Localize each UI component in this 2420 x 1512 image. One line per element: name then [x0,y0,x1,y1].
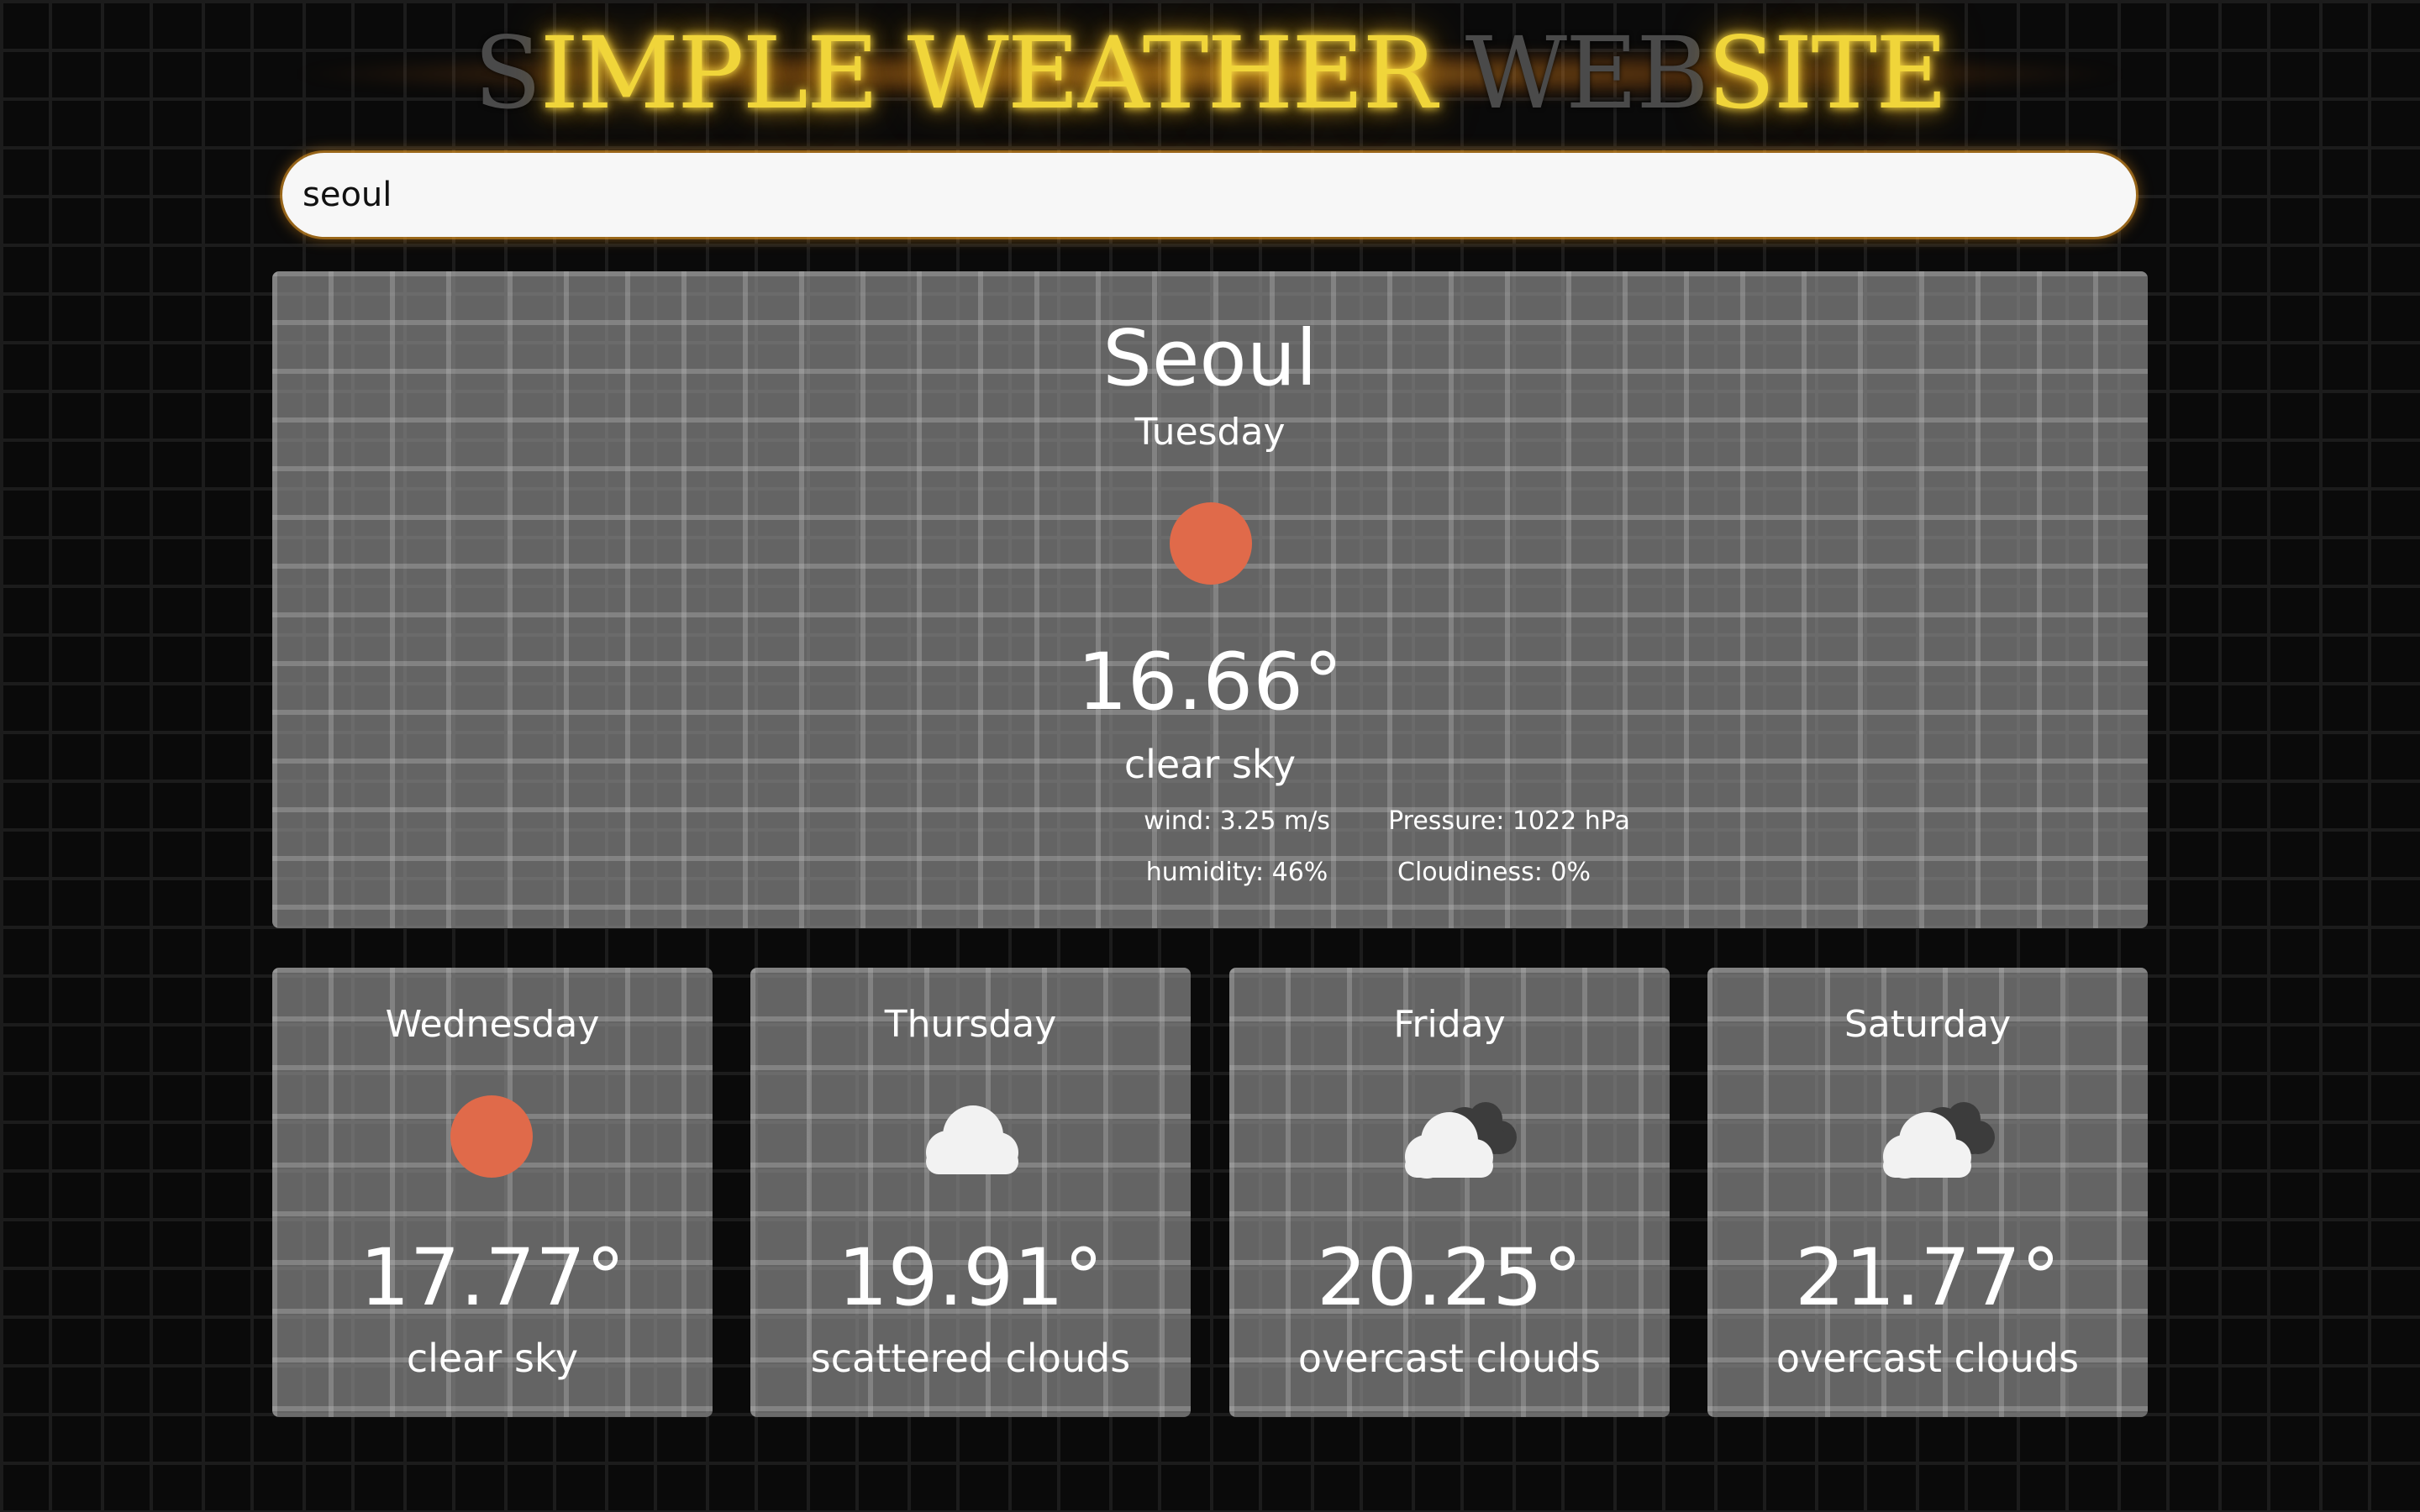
title-letter-unlit: S [473,15,542,131]
forecast-card-saturday: Saturday 21.77° overcast clouds [1707,968,2148,1417]
current-description: clear sky [1123,742,1297,787]
forecast-card-wednesday: Wednesday 17.77° clear sky [272,968,713,1417]
search-bar[interactable] [282,153,2136,237]
title-segment-lit-end: SITE [1707,15,1948,131]
cloudiness-stat: Cloudiness: 0% [1397,858,1591,887]
site-title: SIMPLE WEATHER WEBSITE [0,18,2420,128]
forecast-temperature: 20.25° [1316,1232,1583,1324]
cloud-icon [926,1105,1018,1174]
forecast-description: scattered clouds [810,1336,1131,1381]
current-weather-card: Seoul Tuesday 16.66° clear sky wind: 3.2… [272,271,2148,928]
forecast-description: clear sky [406,1336,579,1381]
forecast-card-friday: Friday 20.25° overcast clouds [1229,968,1670,1417]
forecast-card-thursday: Thursday 19.91° scattered clouds [750,968,1191,1417]
current-temperature: 16.66° [1076,637,1344,728]
search-input[interactable] [301,175,2136,215]
title-segment-lit: IMPLE WEATHER [539,15,1465,131]
forecast-temperature: 17.77° [359,1232,626,1324]
sun-icon [1170,502,1252,585]
wind-stat: wind: 3.25 m/s [1144,806,1330,836]
humidity-stat: humidity: 46% [1145,858,1328,887]
city-name: Seoul [1102,313,1318,403]
sun-icon [450,1095,533,1178]
forecast-temperature: 21.77° [1794,1232,2061,1324]
overcast-clouds-icon [1405,1102,1517,1179]
overcast-clouds-icon [1883,1102,1995,1179]
current-day: Tuesday [1134,411,1286,454]
forecast-temperature: 19.91° [837,1232,1104,1324]
forecast-day: Saturday [1844,1003,2012,1046]
pressure-stat: Pressure: 1022 hPa [1388,806,1630,836]
forecast-day: Friday [1393,1003,1506,1046]
forecast-day: Thursday [884,1003,1057,1046]
forecast-day: Wednesday [385,1003,600,1046]
title-segment-unlit: WEB [1465,15,1709,131]
forecast-description: overcast clouds [1776,1336,2080,1381]
forecast-description: overcast clouds [1297,1336,1602,1381]
